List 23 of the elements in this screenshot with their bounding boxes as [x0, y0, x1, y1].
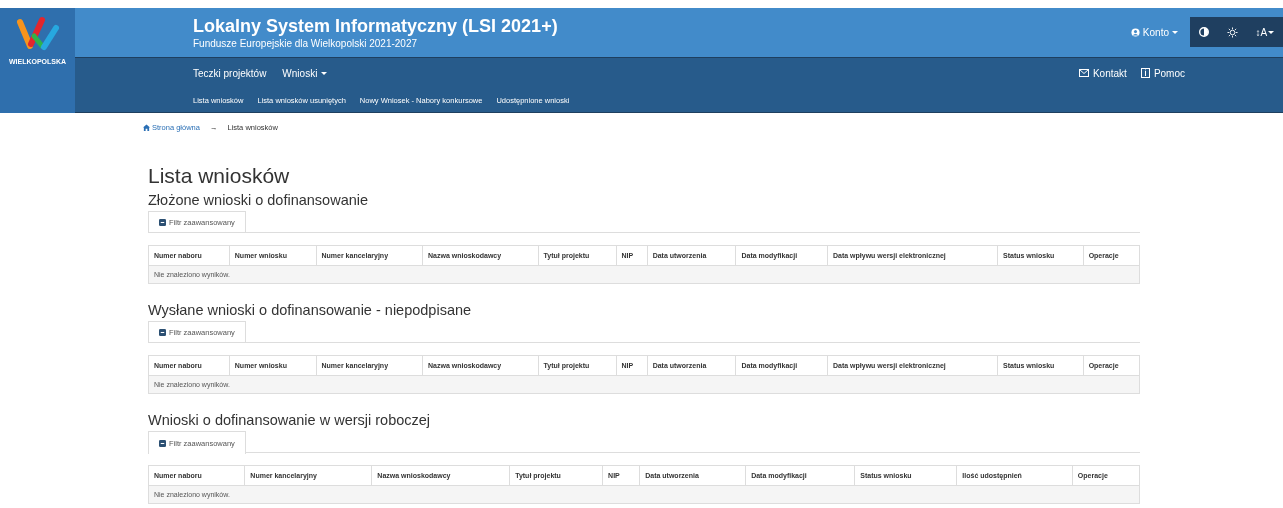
section-title: Wnioski o dofinansowanie w wersji roboczej — [148, 412, 432, 428]
app-subtitle: Fundusze Europejskie dla Wielkopolski 2021-2027 — [193, 38, 419, 49]
nav-link[interactable]: Teczki projektów — [193, 67, 267, 79]
logo-icon — [15, 16, 60, 52]
nav-link[interactable]: Kontakt — [1078, 67, 1127, 79]
section-title: Wysłane wnioski o dofinansowanie - niepodpisane — [148, 302, 473, 318]
user-icon — [1130, 28, 1140, 37]
contrast-icon[interactable] — [1198, 27, 1209, 37]
caret-icon — [321, 71, 328, 75]
font-size-button[interactable]: ↕A — [1255, 26, 1275, 38]
nav-link[interactable]: Pomoc — [1140, 67, 1185, 79]
info-icon — [1140, 68, 1150, 78]
account-menu[interactable]: Konto — [1130, 27, 1178, 38]
collapse-icon — [159, 218, 166, 226]
nav-link[interactable]: Wnioski — [282, 67, 328, 79]
app-title: Lokalny System Informatyczny (LSI 2021+) — [193, 16, 559, 37]
home-icon — [143, 124, 150, 131]
collapse-icon — [159, 328, 166, 336]
page-title: Lista wniosków — [148, 164, 291, 188]
envelope-icon — [1078, 69, 1089, 77]
section-title: Złożone wnioski o dofinansowanie — [148, 192, 370, 208]
collapse-icon — [159, 439, 166, 447]
brightness-icon[interactable] — [1226, 26, 1238, 38]
